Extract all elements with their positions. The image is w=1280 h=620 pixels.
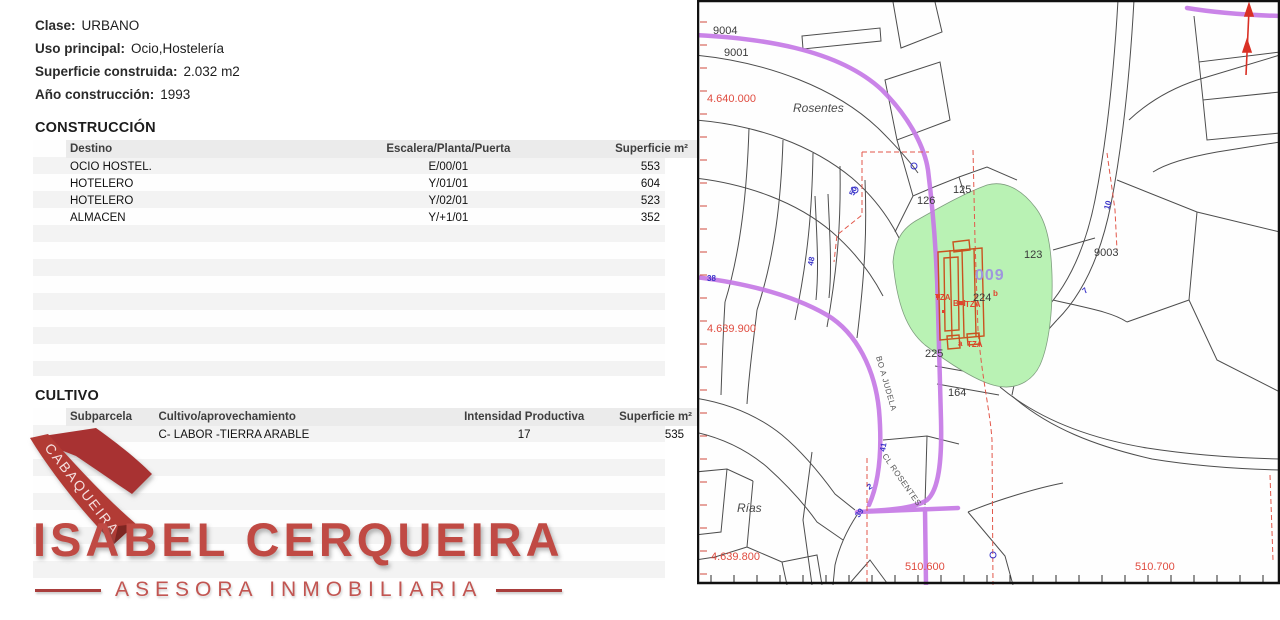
map-label: b (993, 289, 998, 298)
table-cell: 535 (597, 426, 698, 443)
field-superficie-construida: Superficie construida: 2.032 m2 (35, 60, 697, 83)
map-labels: 90049001Rosentes1261251239003224225164Rí… (707, 25, 1175, 573)
column-header: Escalera/Planta/Puerta (357, 140, 540, 158)
table-cell (66, 426, 154, 443)
map-label: TZA (935, 293, 951, 302)
cadastral-map-canvas: 90049001Rosentes1261251239003224225164Rí… (697, 0, 1280, 585)
construction-table: DestinoEscalera/Planta/PuertaSuperficie … (66, 140, 698, 226)
map-label: 4.639.900 (707, 323, 756, 335)
map-label: 510.700 (1135, 561, 1175, 573)
tagline-left-bar (35, 589, 101, 592)
table-cell: Y/01/01 (357, 175, 540, 192)
field-value: URBANO (82, 18, 140, 33)
field-label: Año construcción: (35, 87, 154, 102)
table-cell: 352 (540, 209, 698, 226)
map-label: 009 (975, 267, 1005, 284)
map-label: 38 (707, 274, 716, 283)
map-label: 9001 (724, 47, 748, 59)
cultivo-heading: CULTIVO (35, 388, 697, 404)
table-cell: 17 (452, 426, 597, 443)
property-sheet-page: Clase: URBANO Uso principal: Ocio,Hosteler… (0, 0, 1280, 620)
cadastral-map: 90049001Rosentes1261251239003224225164Rí… (697, 0, 1280, 585)
map-label: 7 (1081, 285, 1091, 295)
table-row: HOTELEROY/01/01604 (66, 175, 698, 192)
map-label: 126 (917, 195, 935, 207)
column-header: Superficie m² (540, 140, 698, 158)
highlighted-parcel (893, 184, 1052, 387)
map-label: TZA (967, 340, 983, 349)
map-label: 9003 (1094, 247, 1118, 259)
column-header: Cultivo/aprovechamiento (154, 408, 451, 426)
map-label: 4.640.000 (707, 93, 756, 105)
column-header: Intensidad Productiva (452, 408, 597, 426)
agency-tagline: ASESORA INMOBILIARIA (35, 578, 605, 602)
map-label: B+I (953, 299, 966, 308)
field-label: Uso principal: (35, 41, 125, 56)
table-row: C- LABOR -TIERRA ARABLE17535 (66, 426, 698, 443)
map-label: 48 (806, 255, 817, 266)
map-label: Rías (737, 501, 762, 515)
table-cell: E/00/01 (357, 158, 540, 175)
map-label: a (958, 339, 963, 348)
map-label: 41 (878, 441, 889, 452)
table-cell: HOTELERO (66, 175, 357, 192)
table-cell: HOTELERO (66, 192, 357, 209)
map-label: 123 (1024, 249, 1042, 261)
map-label: CL ROSENTES (880, 452, 923, 508)
table-cell: 553 (540, 158, 698, 175)
map-label: 510.600 (905, 561, 945, 573)
table-cell: OCIO HOSTEL. (66, 158, 357, 175)
column-header: Superficie m² (597, 408, 698, 426)
map-label: Rosentes (793, 101, 844, 115)
field-label: Clase: (35, 18, 76, 33)
table-row: HOTELEROY/02/01523 (66, 192, 698, 209)
boundary-dashed-lines (834, 150, 1273, 585)
field-label: Superficie construida: (35, 64, 178, 79)
field-ano-construccion: Año construcción: 1993 (35, 83, 697, 106)
construction-heading: CONSTRUCCIÓN (35, 120, 697, 136)
property-fields: Clase: URBANO Uso principal: Ocio,Hosteler… (0, 0, 697, 106)
map-label: 164 (948, 387, 966, 399)
field-uso-principal: Uso principal: Ocio,Hostelería (35, 37, 697, 60)
property-info-panel: Clase: URBANO Uso principal: Ocio,Hosteler… (0, 0, 697, 620)
field-value: 1993 (160, 87, 190, 102)
cultivo-table: SubparcelaCultivo/aprovechamientoIntensi… (66, 408, 698, 443)
field-clase: Clase: URBANO (35, 14, 697, 37)
table-cell: Y/02/01 (357, 192, 540, 209)
table-cell: ALMACEN (66, 209, 357, 226)
column-header: Destino (66, 140, 357, 158)
table-cell: Y/+1/01 (357, 209, 540, 226)
table-row: OCIO HOSTEL.E/00/01553 (66, 158, 698, 175)
field-value: 2.032 m2 (184, 64, 240, 79)
table-cell: 604 (540, 175, 698, 192)
field-value: Ocio,Hostelería (131, 41, 224, 56)
cultivo-table-area: SubparcelaCultivo/aprovechamientoIntensi… (33, 408, 665, 580)
map-label: 225 (925, 348, 943, 360)
map-label: TZA (965, 300, 981, 309)
map-label: 125 (953, 184, 971, 196)
column-header: Subparcela (66, 408, 154, 426)
map-label: 4.639.800 (711, 551, 760, 563)
tagline-text: ASESORA INMOBILIARIA (115, 578, 482, 602)
table-row: ALMACENY/+1/01352 (66, 209, 698, 226)
map-label: 9004 (713, 25, 737, 37)
tagline-right-bar (496, 589, 562, 592)
construction-table-area: DestinoEscalera/Planta/PuertaSuperficie … (33, 140, 665, 376)
table-cell: C- LABOR -TIERRA ARABLE (154, 426, 451, 443)
map-label: 50 (847, 185, 859, 197)
table-cell: 523 (540, 192, 698, 209)
